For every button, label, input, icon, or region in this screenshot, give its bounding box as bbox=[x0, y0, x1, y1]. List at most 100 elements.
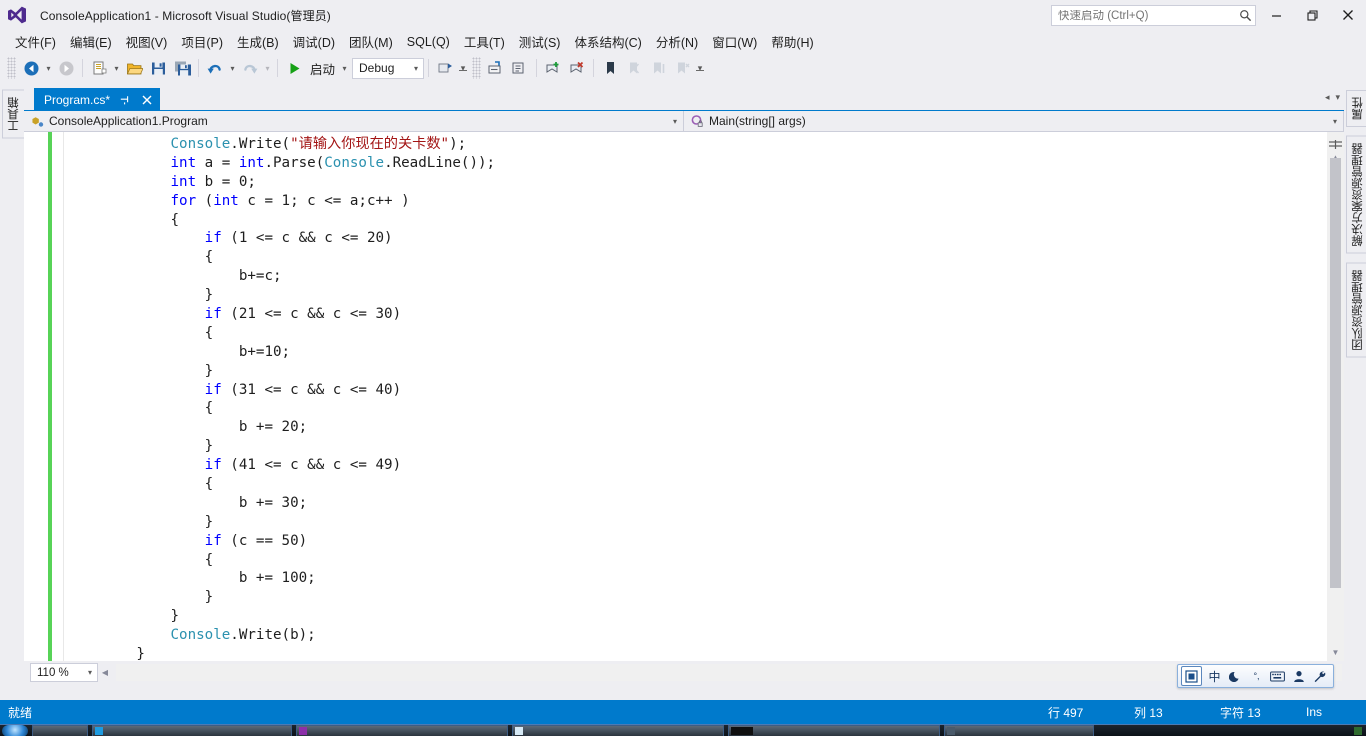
attach-to-process-icon[interactable] bbox=[433, 56, 457, 80]
menu-item-help[interactable]: 帮助(H) bbox=[764, 30, 820, 53]
start-debug-play-icon[interactable] bbox=[282, 56, 306, 80]
code-token: b+=10; bbox=[238, 343, 291, 360]
menu-item-analyze[interactable]: 分析(N) bbox=[649, 30, 705, 53]
new-project-icon[interactable] bbox=[87, 56, 111, 80]
uncomment-selection-icon[interactable] bbox=[508, 56, 532, 80]
menu-item-project[interactable]: 项目(P) bbox=[174, 30, 230, 53]
code-editor-surface[interactable]: Console.Write("请输入你现在的关卡数"); int a = int… bbox=[24, 132, 1344, 661]
chevron-down-icon[interactable]: ▾ bbox=[414, 64, 418, 73]
split-view-icon[interactable] bbox=[1329, 136, 1342, 154]
windows-start-orb-icon[interactable] bbox=[2, 724, 28, 736]
save-all-icon[interactable] bbox=[170, 56, 194, 80]
windows-taskbar bbox=[0, 724, 1366, 736]
quick-launch-input[interactable] bbox=[1052, 9, 1235, 22]
scrollbar-thumb[interactable] bbox=[1330, 158, 1341, 588]
menu-item-debug[interactable]: 调试(D) bbox=[286, 30, 342, 53]
menu-item-file[interactable]: 文件(F) bbox=[8, 30, 63, 53]
toolbar-separator bbox=[82, 59, 83, 77]
minimize-button[interactable] bbox=[1258, 0, 1294, 30]
menu-item-test[interactable]: 测试(S) bbox=[512, 30, 568, 53]
sidebar-tab-solution-explorer[interactable]: 解决方案资源管理器 bbox=[1346, 136, 1366, 254]
toolbar-overflow-icon-2[interactable]: ▾ bbox=[694, 63, 706, 72]
redo-icon[interactable] bbox=[238, 56, 262, 80]
user-icon[interactable] bbox=[1288, 666, 1309, 686]
taskbar-pinned-1[interactable] bbox=[32, 724, 88, 736]
save-icon[interactable] bbox=[146, 56, 170, 80]
search-icon[interactable] bbox=[1235, 6, 1255, 25]
toolbar-overflow-icon[interactable]: ▾ bbox=[457, 63, 469, 72]
taskbar-item-3[interactable] bbox=[512, 724, 724, 736]
menu-item-architecture[interactable]: 体系结构(C) bbox=[567, 30, 648, 53]
document-tab-program-cs[interactable]: Program.cs* bbox=[34, 88, 161, 111]
wrench-settings-icon[interactable] bbox=[1309, 666, 1330, 686]
pin-icon[interactable] bbox=[118, 92, 132, 108]
sidebar-tab-properties[interactable]: 属性 bbox=[1346, 90, 1366, 127]
remove-bookmark-icon[interactable] bbox=[565, 56, 589, 80]
zoom-level-value: 110 % bbox=[37, 666, 69, 679]
chevron-down-icon[interactable]: ▾ bbox=[88, 668, 92, 677]
editor-vertical-scrollbar[interactable]: ▲ ▼ bbox=[1327, 132, 1344, 661]
taskbar-item-5-icon bbox=[947, 726, 955, 735]
navigate-forward-icon[interactable] bbox=[54, 56, 78, 80]
taskbar-item-5[interactable] bbox=[944, 724, 1094, 736]
chinese-mode-icon[interactable]: 中 bbox=[1204, 666, 1225, 686]
taskbar-item-4[interactable] bbox=[728, 724, 940, 736]
undo-icon[interactable] bbox=[203, 56, 227, 80]
toolbar-grip[interactable] bbox=[472, 57, 482, 79]
next-bookmark-icon[interactable] bbox=[646, 56, 670, 80]
start-debug-label[interactable]: 启动 bbox=[306, 59, 339, 78]
member-navigation-combo[interactable]: Main(string[] args) ▾ bbox=[684, 111, 1344, 131]
sidebar-tab-toolbox[interactable]: 工具箱 bbox=[2, 90, 26, 139]
scroll-down-button[interactable]: ▼ bbox=[1327, 644, 1344, 661]
navigate-back-icon[interactable] bbox=[19, 56, 43, 80]
scroll-left-button[interactable]: ◀ bbox=[98, 664, 112, 681]
moon-punctuation-icon[interactable] bbox=[1225, 666, 1246, 686]
code-text[interactable]: Console.Write("请输入你现在的关卡数"); int a = int… bbox=[68, 132, 495, 661]
menu-item-view[interactable]: 视图(V) bbox=[119, 30, 175, 53]
selection-margin[interactable] bbox=[24, 132, 64, 661]
close-icon[interactable] bbox=[140, 92, 154, 108]
menu-item-build[interactable]: 生成(B) bbox=[230, 30, 286, 53]
code-line: { bbox=[68, 248, 495, 267]
chevron-down-icon[interactable]: ▾ bbox=[1333, 117, 1337, 126]
open-file-icon[interactable] bbox=[122, 56, 146, 80]
taskbar-item-2[interactable] bbox=[296, 724, 508, 736]
sidebar-tab-team-explorer[interactable]: 团队资源管理器 bbox=[1346, 262, 1366, 357]
type-navigation-combo[interactable]: ConsoleApplication1.Program ▾ bbox=[24, 111, 684, 131]
ime-logo-icon[interactable] bbox=[1181, 666, 1202, 686]
new-project-dropdown-icon[interactable]: ▾ bbox=[111, 64, 122, 73]
clear-bookmarks-icon[interactable] bbox=[670, 56, 694, 80]
solution-configuration-combo[interactable]: Debug ▾ bbox=[352, 57, 425, 79]
menu-item-edit[interactable]: 编辑(E) bbox=[63, 30, 119, 53]
start-debug-dropdown-icon[interactable]: ▾ bbox=[339, 64, 350, 73]
taskbar-item-1[interactable] bbox=[92, 724, 292, 736]
navigate-back-dropdown-icon[interactable]: ▾ bbox=[43, 64, 54, 73]
toolbar-grip[interactable] bbox=[7, 57, 16, 79]
editor-horizontal-scrollbar[interactable] bbox=[116, 664, 1342, 681]
chevron-down-icon[interactable]: ▾ bbox=[673, 117, 677, 126]
menu-item-window[interactable]: 窗口(W) bbox=[705, 30, 764, 53]
menu-item-sql[interactable]: SQL(Q) bbox=[400, 33, 457, 51]
halfwidth-punctuation-icon[interactable]: °, bbox=[1246, 666, 1267, 686]
toggle-bookmark-icon[interactable] bbox=[598, 56, 622, 80]
redo-dropdown-icon[interactable]: ▾ bbox=[262, 64, 273, 73]
left-dock-strip: 工具箱 bbox=[0, 88, 26, 684]
taskbar-tray[interactable] bbox=[1354, 726, 1362, 735]
menu-item-tools[interactable]: 工具(T) bbox=[457, 30, 512, 53]
soft-keyboard-icon[interactable] bbox=[1267, 666, 1288, 686]
chevron-left-icon[interactable]: ◂ bbox=[1325, 92, 1330, 103]
zoom-level-combo[interactable]: 110 % ▾ bbox=[30, 663, 98, 682]
menu-item-team[interactable]: 团队(M) bbox=[342, 30, 400, 53]
maximize-restore-button[interactable] bbox=[1294, 0, 1330, 30]
previous-bookmark-icon[interactable] bbox=[622, 56, 646, 80]
close-button[interactable] bbox=[1330, 0, 1366, 30]
status-insert-mode[interactable]: Ins bbox=[1306, 705, 1366, 719]
chevron-down-icon[interactable]: ▾ bbox=[1335, 92, 1340, 103]
undo-dropdown-icon[interactable]: ▾ bbox=[227, 64, 238, 73]
comment-selection-icon[interactable] bbox=[484, 56, 508, 80]
quick-launch-box[interactable] bbox=[1051, 5, 1256, 26]
add-bookmark-icon[interactable] bbox=[541, 56, 565, 80]
